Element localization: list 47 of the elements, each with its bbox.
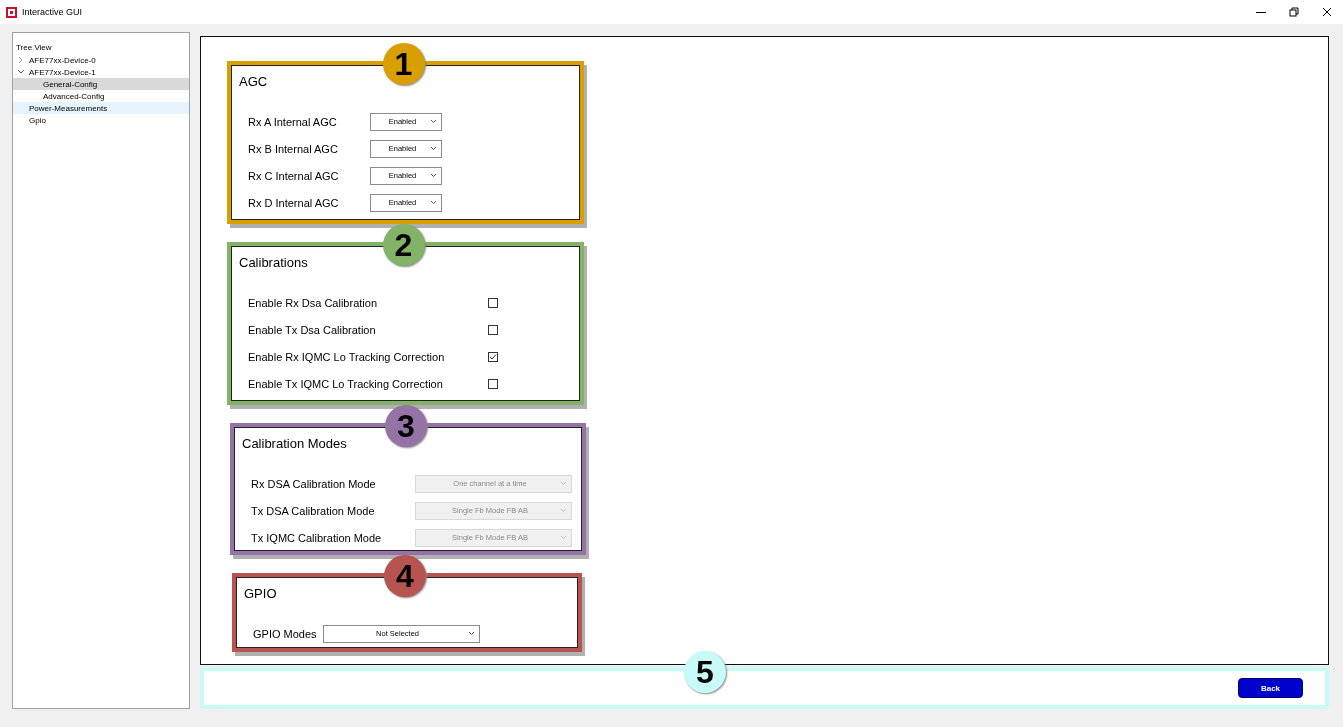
number-badge: 3 [385, 405, 427, 447]
group-title: Calibration Modes [242, 436, 347, 451]
chevron-down-icon [560, 508, 567, 513]
number-badge: 2 [382, 224, 425, 266]
chevron-down-icon [467, 631, 475, 636]
tree-item[interactable]: Advanced-Config [13, 90, 189, 102]
checkmark-icon [489, 352, 497, 361]
field-label: Enable Tx IQMC Lo Tracking Correction [247, 377, 444, 390]
field-label: GPIO Modes [252, 627, 317, 640]
window-title: Interactive GUI [22, 7, 83, 17]
tree-item[interactable]: Power-Measurements [13, 102, 189, 114]
group-title: Calibrations [239, 255, 308, 270]
chevron-down-icon [430, 200, 437, 205]
field-label: Rx A Internal AGC [247, 115, 338, 128]
field-label: Tx IQMC Calibration Mode [250, 531, 383, 544]
checkbox[interactable] [488, 351, 498, 362]
close-icon [1321, 7, 1332, 17]
app-icon [6, 6, 17, 18]
tree-item[interactable]: AFE77xx-Device-1 [13, 66, 189, 78]
restore-icon [1288, 7, 1299, 17]
tree-title: Tree View [15, 43, 52, 52]
number-badge: 1 [382, 43, 425, 85]
field-label: Rx C Internal AGC [247, 169, 340, 182]
group-title: GPIO [244, 586, 277, 601]
field-label: Enable Rx Dsa Calibration [247, 296, 378, 309]
field-label: Rx D Internal AGC [247, 196, 340, 209]
field-label: Enable Tx Dsa Calibration [247, 323, 377, 336]
tree-item[interactable]: General-Config [13, 78, 189, 90]
tree-item[interactable]: AFE77xx-Device-0 [13, 54, 189, 66]
chevron-down-icon [430, 146, 437, 151]
chevron-down-icon [430, 119, 437, 124]
checkbox[interactable] [488, 378, 498, 389]
field-label: Rx B Internal AGC [247, 142, 339, 155]
chevron-down-icon[interactable] [16, 68, 26, 76]
back-button[interactable]: Back [1238, 678, 1303, 698]
chevron-down-icon [560, 481, 567, 486]
checkbox[interactable] [488, 297, 498, 308]
group-title: AGC [239, 74, 268, 89]
checkbox[interactable] [488, 324, 498, 335]
number-badge: 5 [684, 651, 726, 693]
chevron-down-icon [560, 535, 567, 540]
tree-item[interactable]: Gpio [13, 114, 189, 126]
field-label: Rx DSA Calibration Mode [250, 477, 377, 490]
number-badge: 4 [384, 555, 426, 597]
chevron-down-icon [430, 173, 437, 178]
field-label: Tx DSA Calibration Mode [250, 504, 376, 517]
field-label: Enable Rx IQMC Lo Tracking Correction [247, 350, 446, 363]
